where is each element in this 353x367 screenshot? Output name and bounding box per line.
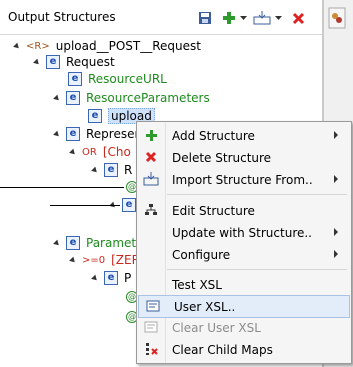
submenu-arrow-icon xyxy=(334,175,338,183)
tree-node-label: Request xyxy=(66,55,115,69)
import-dropdown-icon[interactable] xyxy=(273,8,283,28)
tree-node-representation[interactable]: e Represen xyxy=(53,125,143,143)
tree-node-label: Represen xyxy=(86,127,143,141)
element-icon: e xyxy=(66,127,80,141)
menu-item-import-structure[interactable]: Import Structure From.. xyxy=(137,169,351,190)
menu-item-label: User XSL.. xyxy=(174,299,236,314)
delete-x-icon xyxy=(143,149,159,165)
structure-icon xyxy=(143,202,159,218)
submenu-arrow-icon xyxy=(334,250,338,258)
clear-maps-icon xyxy=(143,341,159,357)
mapping-line xyxy=(0,187,124,188)
tree-node-label: ResourceParameters xyxy=(86,91,210,105)
import-icon xyxy=(143,171,159,187)
add-dropdown-icon[interactable] xyxy=(238,8,248,28)
expand-arrow-icon[interactable] xyxy=(91,274,99,282)
context-menu: Add Structure Delete Structure Import St… xyxy=(136,121,352,364)
expand-arrow-icon[interactable] xyxy=(53,94,61,102)
menu-item-test-xsl[interactable]: Test XSL xyxy=(137,274,351,295)
expand-arrow-icon[interactable] xyxy=(53,239,61,247)
element-icon: e xyxy=(68,72,82,86)
expand-arrow-icon[interactable] xyxy=(53,130,61,138)
tree-node-label: upload__POST__Request xyxy=(55,39,201,53)
menu-item-label: Clear Child Maps xyxy=(172,342,273,357)
menu-item-user-xsl[interactable]: User XSL.. xyxy=(138,295,350,318)
expand-arrow-icon[interactable] xyxy=(33,58,41,66)
tree-node-parameters[interactable]: e Paramete xyxy=(53,234,144,252)
element-icon: e xyxy=(66,236,80,250)
plus-icon xyxy=(143,127,159,143)
submenu-arrow-icon xyxy=(334,228,338,236)
menu-item-edit-structure[interactable]: Edit Structure xyxy=(137,200,351,221)
tree-node-choice[interactable]: OR [Cho xyxy=(69,143,131,161)
tree-node-label: P xyxy=(124,271,132,285)
menu-item-label: Configure xyxy=(172,247,231,262)
menu-item-label: Edit Structure xyxy=(172,203,255,218)
expand-arrow-icon[interactable] xyxy=(91,166,99,174)
tree-node-request[interactable]: e Request xyxy=(33,53,115,71)
menu-item-update-with-structure[interactable]: Update with Structure.. xyxy=(137,222,351,243)
menu-separator xyxy=(167,194,347,195)
menu-item-label: Test XSL xyxy=(172,277,222,292)
menu-item-configure[interactable]: Configure xyxy=(137,244,351,265)
panel-title: Output Structures xyxy=(8,10,116,24)
tree-node-resourceurl[interactable]: e ResourceURL xyxy=(68,70,167,88)
save-icon[interactable] xyxy=(196,8,214,28)
expand-arrow-icon[interactable] xyxy=(69,256,77,264)
menu-item-add-structure[interactable]: Add Structure xyxy=(137,125,351,146)
menu-item-label: Add Structure xyxy=(172,128,255,143)
menu-item-label: Clear User XSL xyxy=(172,320,261,335)
element-icon: e xyxy=(66,91,80,105)
expand-arrow-icon[interactable] xyxy=(69,148,77,156)
occurrence-icon: >=0 xyxy=(82,254,106,266)
element-icon: e xyxy=(88,109,102,123)
tree-node-p[interactable]: e P xyxy=(91,269,132,287)
script-icon xyxy=(145,298,161,314)
menu-item-delete-structure[interactable]: Delete Structure xyxy=(137,147,351,168)
element-icon: e xyxy=(46,55,60,69)
request-icon: <R> xyxy=(26,40,50,52)
tree-node-label: R xyxy=(124,163,133,177)
delete-icon[interactable] xyxy=(289,8,307,28)
mapping-line xyxy=(50,205,120,206)
menu-separator xyxy=(167,269,347,270)
menu-item-label: Delete Structure xyxy=(172,150,272,165)
menu-item-clear-user-xsl[interactable]: Clear User XSL xyxy=(137,317,351,338)
tree-node-resourceparameters[interactable]: e ResourceParameters xyxy=(53,89,210,107)
import-icon[interactable] xyxy=(252,8,272,28)
menu-item-label: Import Structure From.. xyxy=(172,172,313,187)
submenu-arrow-icon xyxy=(334,131,338,139)
add-icon[interactable] xyxy=(220,8,238,28)
palette-icon[interactable] xyxy=(327,6,347,36)
tree-node-label: [Cho xyxy=(102,145,131,159)
menu-item-clear-child-maps[interactable]: Clear Child Maps xyxy=(137,339,351,360)
element-icon: e xyxy=(122,198,136,212)
tree-node-label: Paramete xyxy=(86,236,144,250)
choice-icon: OR xyxy=(82,146,97,158)
tree-node-r[interactable]: e R xyxy=(91,161,133,179)
element-icon: e xyxy=(104,163,118,177)
panel-titlebar: Output Structures xyxy=(0,0,322,35)
element-icon: e xyxy=(104,271,118,285)
expand-arrow-icon[interactable] xyxy=(13,42,21,50)
script-clear-icon xyxy=(143,319,159,335)
tree-node-label: ResourceURL xyxy=(88,72,167,86)
menu-item-label: Update with Structure.. xyxy=(172,225,312,240)
